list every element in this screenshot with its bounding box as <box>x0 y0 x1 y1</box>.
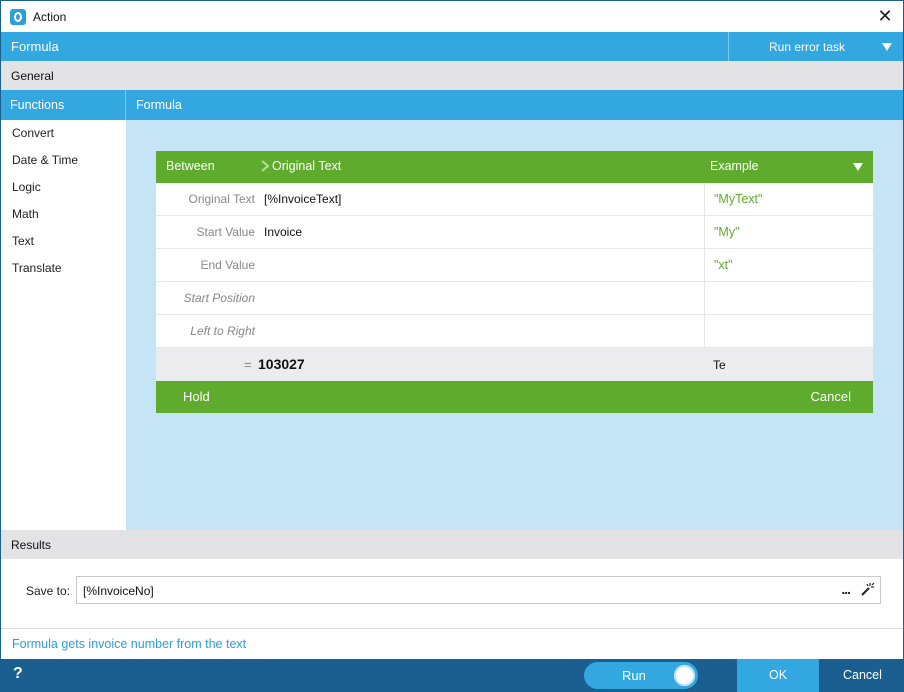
param-value-input[interactable]: Invoice <box>264 225 302 239</box>
magic-wand-icon[interactable] <box>859 582 875 598</box>
card-cancel-button[interactable]: Cancel <box>811 389 851 404</box>
formula-card-header: Between Original Text Example <box>156 151 873 183</box>
ok-label: OK <box>769 668 788 682</box>
function-item-date-time[interactable]: Date & Time <box>1 147 126 174</box>
param-row-original-text[interactable]: Original Text [%InvoiceText] "MyText" <box>156 183 873 216</box>
param-label: Start Position <box>183 291 255 305</box>
app-logo-icon <box>10 8 26 25</box>
window-title: Action <box>33 9 67 24</box>
param-label: Original Text <box>188 192 255 206</box>
param-value-input[interactable]: [%InvoiceText] <box>264 192 341 206</box>
param-label: End Value <box>200 258 256 272</box>
example-header: Example <box>710 159 759 173</box>
param-row-start-value[interactable]: Start Value Invoice "My" <box>156 216 873 249</box>
cancel-button[interactable]: Cancel <box>820 659 903 692</box>
run-error-task-dropdown[interactable]: Run error task <box>728 32 903 61</box>
param-example-text: "My" <box>714 225 740 239</box>
function-item-convert[interactable]: Convert <box>1 120 126 147</box>
function-item-math[interactable]: Math <box>1 201 126 228</box>
param-example <box>704 315 873 347</box>
param-example: "xt" <box>704 249 873 281</box>
function-item-text[interactable]: Text <box>1 228 126 255</box>
param-label: Left to Right <box>190 324 255 338</box>
functions-header-label: Functions <box>10 98 65 112</box>
functions-header: Functions <box>1 90 126 120</box>
formula-header-bar: Formula Run error task <box>1 32 903 61</box>
general-section-label: General <box>11 68 54 83</box>
title-bar: Action ✕ <box>1 1 903 32</box>
formula-card: Between Original Text Example Original T… <box>156 151 873 413</box>
param-row-end-value[interactable]: End Value "xt" <box>156 249 873 282</box>
example-dropdown-icon[interactable] <box>853 163 863 171</box>
results-area: Save to: [%InvoiceNo] ... <box>1 559 903 629</box>
hold-button[interactable]: Hold <box>183 389 210 404</box>
run-label: Run <box>622 668 646 683</box>
toggle-knob <box>674 665 695 686</box>
formula-card-footer: Hold Cancel <box>156 381 873 413</box>
function-name[interactable]: Between <box>166 159 215 173</box>
formula-editor-area: Between Original Text Example Original T… <box>126 120 903 530</box>
action-description: Formula gets invoice number from the tex… <box>12 637 247 651</box>
results-section-label: Results <box>11 537 52 552</box>
result-row: = 103027 Te <box>156 348 873 381</box>
results-section-header[interactable]: Results <box>1 530 903 559</box>
cancel-label: Cancel <box>843 668 882 682</box>
param-row-left-to-right[interactable]: Left to Right <box>156 315 873 348</box>
ok-button[interactable]: OK <box>737 659 819 692</box>
function-item-translate[interactable]: Translate <box>1 255 126 282</box>
run-error-task-label: Run error task <box>769 39 846 54</box>
param-label: Start Value <box>196 225 255 239</box>
formula-header-label: Formula <box>11 39 59 54</box>
param-example: "MyText" <box>704 183 873 215</box>
param-row-start-position[interactable]: Start Position <box>156 282 873 315</box>
bottom-bar: ? Run OK Cancel <box>1 659 903 692</box>
function-item-logic[interactable]: Logic <box>1 174 126 201</box>
run-toggle[interactable]: Run <box>584 662 698 689</box>
result-example: Te <box>713 358 726 372</box>
param-example-text: "MyText" <box>714 192 763 206</box>
save-to-label: Save to: <box>26 584 71 598</box>
save-to-value: [%InvoiceNo] <box>83 584 154 598</box>
param-example <box>704 282 873 314</box>
chevron-right-icon <box>261 160 270 172</box>
result-value: 103027 <box>258 356 305 372</box>
browse-button[interactable]: ... <box>841 581 851 597</box>
functions-list: Convert Date & Time Logic Math Text Tran… <box>1 120 126 530</box>
formula-panel-label: Formula <box>136 98 182 112</box>
dropdown-arrow-icon <box>882 43 892 51</box>
save-to-input[interactable]: [%InvoiceNo] ... <box>76 576 881 604</box>
action-window: Action ✕ Formula Run error task General … <box>0 0 904 692</box>
formula-panel-header: Formula <box>126 90 903 120</box>
param-example: "My" <box>704 216 873 248</box>
help-button[interactable]: ? <box>13 665 23 683</box>
close-icon[interactable]: ✕ <box>875 6 895 26</box>
argument-header: Original Text <box>272 159 342 173</box>
equals-sign: = <box>244 357 252 372</box>
param-example-text: "xt" <box>714 258 733 272</box>
general-section-header[interactable]: General <box>1 61 903 90</box>
